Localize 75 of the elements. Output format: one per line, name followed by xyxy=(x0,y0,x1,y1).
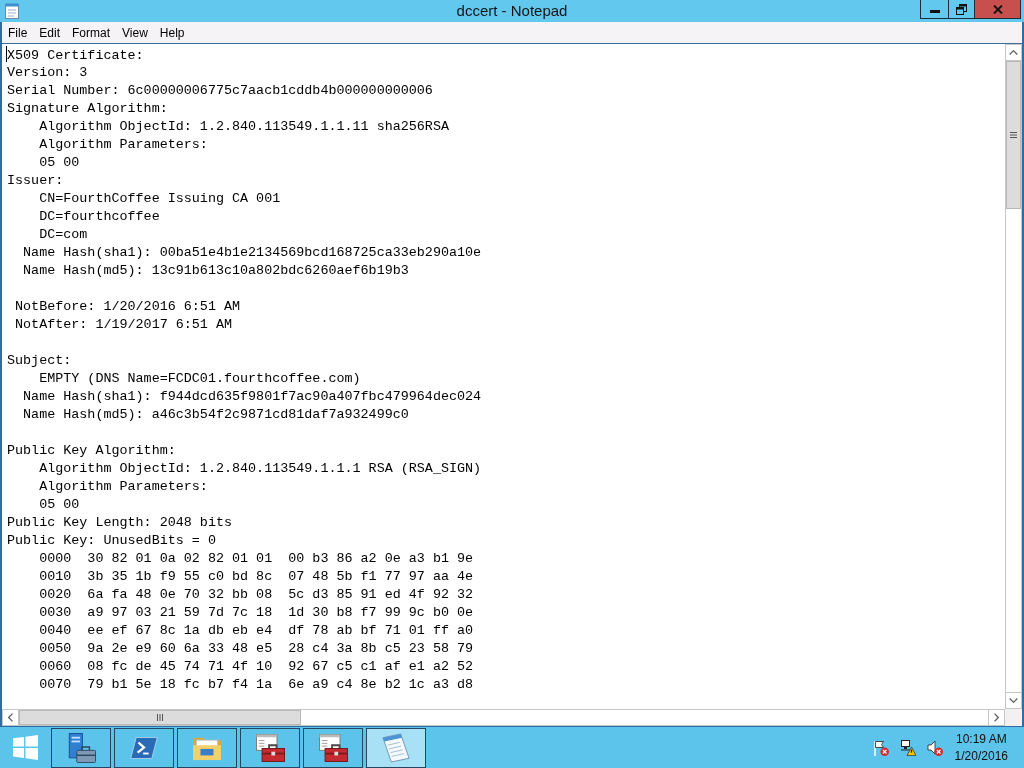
horizontal-scrollbar[interactable] xyxy=(2,709,1005,726)
text-line: Name Hash(sha1): f944dcd635f9801f7ac90a407fbc479964dec024 xyxy=(23,389,482,404)
text-line: Public Key Algorithm: xyxy=(7,443,176,458)
text-line: Name Hash(md5): 13c91b613c10a802bdc6260aef6b19b3 xyxy=(23,263,409,278)
text-line: 05 00 xyxy=(39,497,80,512)
scrollbar-thumb[interactable] xyxy=(19,710,301,725)
close-icon xyxy=(992,4,1003,14)
chevron-right-icon xyxy=(994,713,999,722)
network-warning-icon[interactable] xyxy=(899,739,916,756)
grip-icon xyxy=(157,714,163,721)
text-line: Algorithm ObjectId: 1.2.840.113549.1.1.1 RSA (RSA_SIGN) xyxy=(39,461,482,476)
server-toolbox-icon[interactable] xyxy=(66,733,96,763)
text-line: Public Key: UnusedBits = 0 xyxy=(7,533,216,548)
clock-time[interactable]: 10:19 AM xyxy=(955,730,1007,748)
folder-icon[interactable] xyxy=(192,735,222,761)
restore-button[interactable] xyxy=(948,0,975,19)
text-line: DC=fourthcoffee xyxy=(39,209,160,224)
flag-icon[interactable] xyxy=(872,739,889,756)
text-line: 0070 79 b1 5e 18 fc b7 f4 1a 6e a9 c4 8e b2 1c a3 d8 xyxy=(39,677,474,692)
chevron-up-icon xyxy=(1009,50,1018,55)
text-line: Public Key Length: 2048 bits xyxy=(7,515,232,530)
text-line: Subject: xyxy=(7,353,72,368)
text-cursor xyxy=(6,46,7,62)
text-line: EMPTY (DNS Name=FCDC01.fourthcoffee.com) xyxy=(39,371,361,386)
text-line: Signature Algorithm: xyxy=(7,101,168,116)
chevron-left-icon xyxy=(8,713,13,722)
restore-icon xyxy=(956,3,967,15)
menu-item[interactable]: Format xyxy=(66,22,117,43)
taskbar-button[interactable] xyxy=(177,728,237,768)
scrollbar-thumb[interactable] xyxy=(1006,61,1021,209)
text-line: Algorithm ObjectId: 1.2.840.113549.1.1.11 sha256RSA xyxy=(39,119,449,134)
menu-item[interactable]: File xyxy=(2,22,34,43)
minimize-button[interactable] xyxy=(920,0,948,19)
toolbox-icon[interactable] xyxy=(318,734,348,762)
taskbar-button[interactable] xyxy=(51,728,111,768)
taskbar-button[interactable] xyxy=(114,728,174,768)
taskbar-button[interactable] xyxy=(240,728,300,768)
clock-date[interactable]: 1/20/2016 xyxy=(954,747,1008,765)
text-line: 05 00 xyxy=(39,155,80,170)
menu-item[interactable]: View xyxy=(116,22,154,43)
chevron-down-icon xyxy=(1009,698,1018,703)
tiles-icon[interactable] xyxy=(12,735,38,760)
text-line: Algorithm Parameters: xyxy=(39,479,208,494)
text-line: NotAfter: 1/19/2017 6:51 AM xyxy=(15,317,232,332)
grip-icon xyxy=(1010,132,1017,138)
text-line: Algorithm Parameters: xyxy=(39,137,208,152)
text-line: CN=FourthCoffee Issuing CA 001 xyxy=(39,191,281,206)
taskbar-button[interactable] xyxy=(303,728,363,768)
text-line: 0050 9a 2e e9 60 6a 33 48 e5 28 c4 3a 8b c5 23 58 79 xyxy=(39,641,474,656)
text-line: Name Hash(sha1): 00ba51e4b1e2134569bcd168725ca33eb290a10e xyxy=(23,245,482,260)
text-line: X509 Certificate: xyxy=(7,48,144,63)
vertical-scrollbar[interactable] xyxy=(1005,44,1022,709)
text-line: 0030 a9 97 03 21 59 7d 7c 18 1d 30 b8 f7 99 9c b0 0e xyxy=(39,605,474,620)
notepad-icon xyxy=(5,3,19,19)
text-line: 0060 08 fc de 45 74 71 4f 10 92 67 c5 c1 af e1 a2 52 xyxy=(39,659,474,674)
menu-item[interactable]: Help xyxy=(153,22,191,43)
text-line: Serial Number: 6c00000006775c7aacb1cddb4b000000000006 xyxy=(7,83,433,98)
text-line: DC=com xyxy=(39,227,88,242)
text-line: Version: 3 xyxy=(7,65,88,80)
minimize-icon xyxy=(929,10,940,13)
window-title: dccert - Notepad xyxy=(456,1,568,21)
scrollbar-corner xyxy=(1005,709,1022,726)
text-line: 0040 ee ef 67 8c 1a db eb e4 df 78 ab bf 71 01 ff a0 xyxy=(39,623,474,638)
text-line: 0020 6a fa 48 0e 70 32 bb 08 5c d3 85 91 ed 4f 92 32 xyxy=(39,587,474,602)
taskbar-button[interactable] xyxy=(366,728,426,768)
text-line: Name Hash(md5): a46c3b54f2c9871cd81daf7a932499c0 xyxy=(23,407,409,422)
text-line: 0010 3b 35 1b f9 55 c0 bd 8c 07 48 5b f1 77 97 aa 4e xyxy=(39,569,474,584)
close-button[interactable] xyxy=(975,0,1021,19)
terminal-icon[interactable] xyxy=(130,737,158,759)
text-line: 0000 30 82 01 0a 02 82 01 01 00 b3 86 a2 0e a3 b1 9e xyxy=(39,551,474,566)
speaker-muted-icon[interactable] xyxy=(926,739,943,756)
text-line: NotBefore: 1/20/2016 6:51 AM xyxy=(15,299,241,314)
menu-item[interactable]: Edit xyxy=(33,22,67,43)
toolbox-icon[interactable] xyxy=(255,734,285,762)
text-line: Issuer: xyxy=(7,173,64,188)
